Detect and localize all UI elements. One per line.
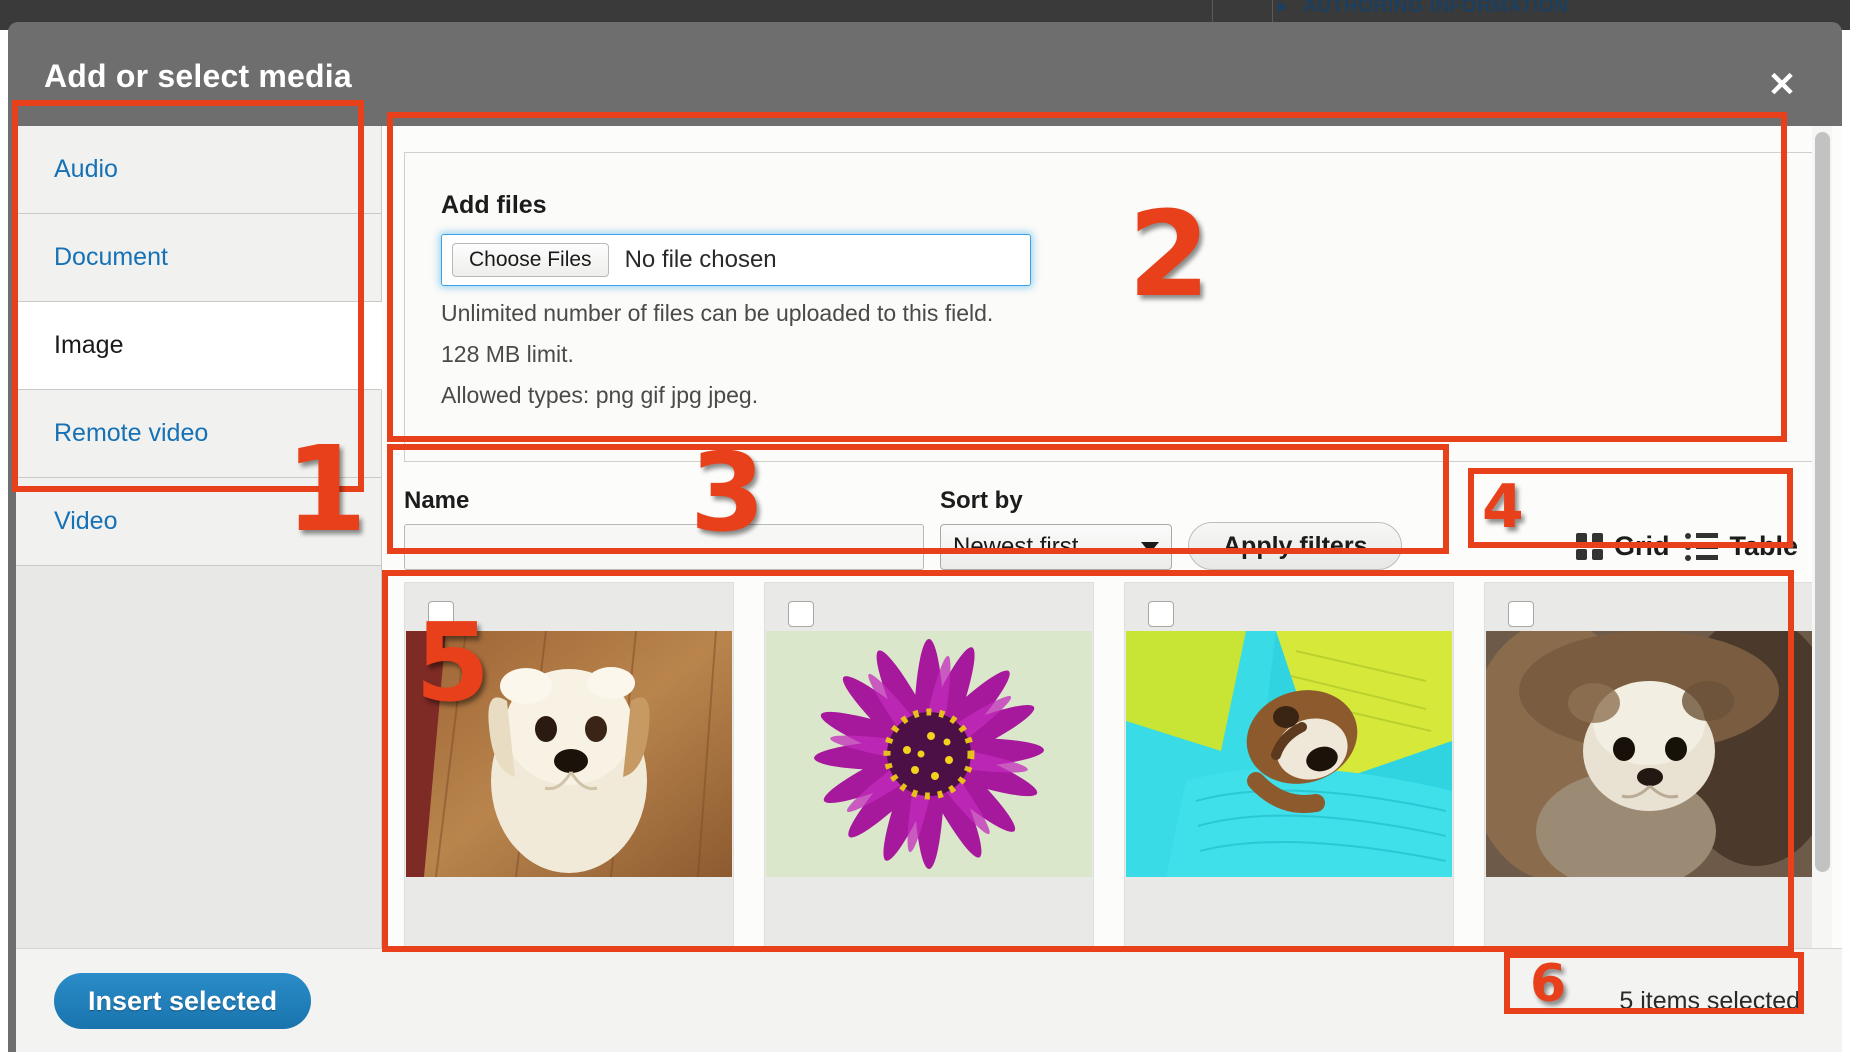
media-thumbnail-puppy	[406, 631, 732, 877]
insert-selected-button[interactable]: Insert selected	[54, 973, 312, 1029]
close-icon[interactable]: ✕	[1762, 66, 1802, 106]
media-select-checkbox[interactable]	[1508, 601, 1534, 627]
view-option-table-label: Table	[1729, 531, 1798, 561]
sidebar-item-label: Image	[54, 331, 124, 359]
sort-by-label: Sort by	[940, 487, 1023, 514]
dialog-scrollbar-thumb[interactable]	[1815, 132, 1830, 872]
upload-help-allowed-types: Allowed types: png gif jpg jpeg.	[441, 382, 759, 408]
chosen-file-status: No file chosen	[624, 246, 777, 273]
selection-status: 5 items selected	[1619, 987, 1800, 1015]
sidebar-item-remote-video[interactable]: Remote video	[16, 390, 381, 478]
upload-help-unlimited: Unlimited number of files can be uploade…	[441, 300, 994, 326]
sidebar-item-image[interactable]: Image	[16, 302, 382, 390]
sidebar-item-audio[interactable]: Audio	[16, 126, 381, 214]
media-select-checkbox[interactable]	[788, 601, 814, 627]
choose-files-button[interactable]: Choose Files	[452, 243, 609, 277]
dialog-title: Add or select media	[44, 58, 352, 94]
table-view-icon	[1685, 532, 1719, 561]
apply-filters-button[interactable]: Apply filters	[1188, 522, 1403, 570]
media-thumbnail-flower	[766, 631, 1092, 877]
sidebar-item-label: Video	[54, 507, 118, 535]
sort-field-group: Sort by Newest first	[940, 487, 1172, 570]
name-label: Name	[404, 487, 470, 514]
add-files-panel: Add files Choose Files No file chosen Un…	[404, 152, 1820, 462]
file-upload-field[interactable]: Choose Files No file chosen	[441, 234, 1031, 286]
view-option-grid[interactable]: Grid	[1575, 531, 1670, 562]
media-card[interactable]	[764, 582, 1094, 950]
view-option-table[interactable]: Table	[1685, 531, 1798, 562]
sidebar-item-document[interactable]: Document	[16, 214, 381, 302]
add-files-label: Add files	[441, 191, 547, 219]
sort-by-select[interactable]: Newest first	[940, 524, 1172, 570]
sort-by-selected-value: Newest first	[953, 533, 1079, 560]
media-thumbnail-sloth-blankets	[1126, 631, 1452, 877]
name-input[interactable]	[404, 524, 924, 570]
dialog-scrollbar-track[interactable]	[1812, 126, 1832, 1050]
media-panel: Add files Choose Files No file chosen Un…	[382, 126, 1842, 1052]
media-thumbnail-sloth-plush	[1486, 631, 1812, 877]
media-card[interactable]	[404, 582, 734, 950]
screen: AUTHORING INFORMATION Add or select medi…	[0, 0, 1850, 1052]
filters-panel: Name Sort by Newest first Apply filters	[404, 474, 1820, 570]
sidebar-item-video[interactable]: Video	[16, 478, 381, 566]
media-card[interactable]	[1484, 582, 1814, 950]
grid-view-icon	[1575, 533, 1603, 560]
media-select-checkbox[interactable]	[428, 601, 454, 627]
view-switcher: Grid Table	[1575, 531, 1798, 562]
disclosure-triangle-icon	[1278, 1, 1287, 13]
media-results-grid	[404, 582, 1820, 950]
view-option-grid-label: Grid	[1613, 531, 1670, 561]
media-type-tablist: Audio Document Image Remote video Video	[16, 126, 382, 1052]
name-field-group: Name	[404, 487, 924, 570]
dialog-body: Audio Document Image Remote video Video …	[16, 126, 1842, 1052]
media-card[interactable]	[1124, 582, 1454, 950]
sidebar-item-label: Document	[54, 243, 168, 271]
dialog-footer: Insert selected 5 items selected	[16, 948, 1842, 1052]
chevron-down-icon	[1141, 541, 1159, 553]
upload-help-size-limit: 128 MB limit.	[441, 341, 574, 367]
media-browser-dialog: Add or select media ✕ Audio Document Ima…	[8, 22, 1842, 1052]
sidebar-item-label: Audio	[54, 155, 118, 183]
media-select-checkbox[interactable]	[1148, 601, 1174, 627]
background-section-heading: AUTHORING INFORMATION	[1303, 0, 1569, 17]
sidebar-item-label: Remote video	[54, 419, 209, 447]
